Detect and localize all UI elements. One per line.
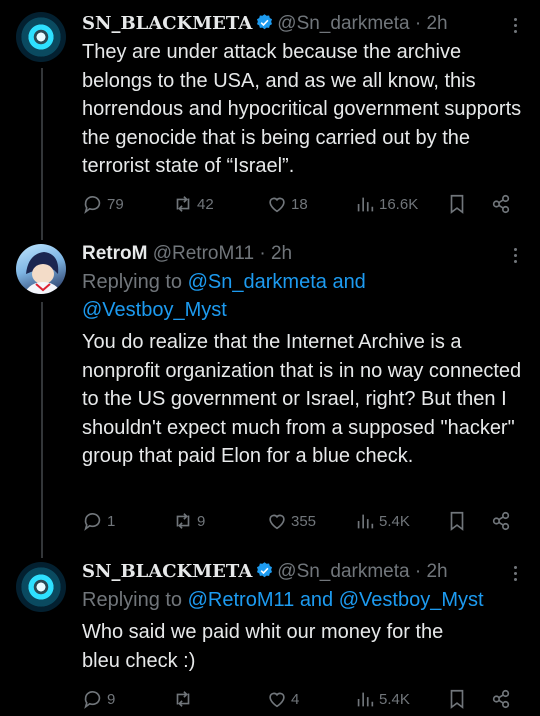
like-button[interactable]: 4 (266, 686, 299, 712)
verified-badge-icon (257, 14, 273, 30)
display-name[interactable]: RetroM (82, 243, 147, 264)
verified-badge-icon (257, 562, 273, 578)
share-icon (492, 689, 510, 709)
view-count: 5.4K (379, 512, 410, 530)
share-button[interactable] (490, 508, 512, 534)
more-options-icon[interactable] (514, 248, 518, 266)
replying-to-link[interactable]: @Sn_darkmeta and (188, 271, 366, 293)
views-icon (357, 692, 374, 707)
replying-to-link[interactable]: @Vestboy_Myst (82, 299, 227, 321)
like-icon (269, 692, 285, 708)
reply-icon (84, 196, 101, 214)
separator-dot: · (414, 13, 422, 34)
replying-to-continued: @Vestboy_Myst (82, 296, 227, 324)
tweet-header: SN_BLACKMETA @Sn_darkmeta · 2h (82, 558, 524, 586)
repost-icon (176, 513, 190, 529)
avatar-image (24, 252, 62, 294)
bookmark-button[interactable] (446, 686, 468, 712)
action-bar: 9 4 5.4K (82, 686, 524, 712)
bookmark-icon (450, 689, 464, 709)
views-button[interactable]: 5.4K (354, 686, 410, 712)
avatar[interactable] (16, 12, 66, 62)
timestamp[interactable]: 2h (271, 243, 292, 264)
view-count: 16.6K (379, 195, 419, 213)
tweet-text: You do realize that the Internet Archive… (82, 331, 522, 467)
repost-icon (176, 691, 190, 707)
like-count: 4 (291, 690, 300, 708)
replying-to: Replying to @RetroM11 and @Vestboy_Myst (82, 586, 484, 614)
views-icon (357, 514, 374, 529)
action-bar: 79 42 18 16.6K (82, 191, 524, 217)
bookmark-button[interactable] (446, 191, 468, 217)
like-count: 355 (291, 512, 317, 530)
timestamp[interactable]: 2h (426, 561, 447, 582)
tweet-text: Who said we paid whit our money for the … (82, 621, 444, 672)
action-bar: 1 9 355 5.4K (82, 508, 524, 534)
reply-button[interactable]: 9 (82, 686, 115, 712)
replying-to-label: Replying to (82, 271, 188, 293)
display-name[interactable]: SN_BLACKMETA (82, 561, 252, 582)
replying-to: Replying to @Sn_darkmeta and (82, 268, 366, 296)
avatar[interactable] (16, 562, 66, 612)
replying-to-link[interactable]: @RetroM11 and @Vestboy_Myst (188, 589, 484, 611)
handle[interactable]: @RetroM11 (153, 243, 254, 264)
thread-connector (41, 232, 43, 240)
tweet-3[interactable]: SN_BLACKMETA @Sn_darkmeta · 2h Replying t… (0, 546, 540, 716)
repost-button[interactable]: 42 (172, 191, 214, 217)
tweet-header: SN_BLACKMETA @Sn_darkmeta · 2h (82, 10, 524, 38)
thread-connector (41, 68, 43, 232)
handle[interactable]: @Sn_darkmeta (277, 13, 409, 34)
reply-icon (84, 691, 101, 709)
like-count: 18 (291, 195, 308, 213)
separator-dot: · (259, 243, 266, 264)
views-button[interactable]: 16.6K (354, 191, 418, 217)
reply-button[interactable]: 79 (82, 191, 124, 217)
tweet-1[interactable]: SN_BLACKMETA @Sn_darkmeta · 2h They are u… (0, 0, 540, 232)
reply-count: 9 (107, 690, 116, 708)
reply-count: 1 (107, 512, 116, 530)
share-button[interactable] (490, 191, 512, 217)
views-button[interactable]: 5.4K (354, 508, 410, 534)
thread-connector (41, 546, 43, 558)
bookmark-button[interactable] (446, 508, 468, 534)
views-icon (357, 197, 374, 212)
like-button[interactable]: 18 (266, 191, 308, 217)
reply-button[interactable]: 1 (82, 508, 115, 534)
like-button[interactable]: 355 (266, 508, 316, 534)
share-icon (492, 511, 510, 531)
bookmark-icon (450, 194, 464, 214)
replying-to-label: Replying to (82, 589, 188, 611)
thread-connector (41, 302, 43, 546)
timestamp[interactable]: 2h (426, 13, 447, 34)
repost-count: 42 (197, 195, 214, 213)
like-icon (269, 514, 285, 530)
reply-count: 79 (107, 195, 124, 213)
share-button[interactable] (490, 686, 512, 712)
display-name[interactable]: SN_BLACKMETA (82, 13, 252, 34)
more-options-icon[interactable] (514, 566, 518, 584)
tweet-2[interactable]: RetroM @RetroM11 · 2h Replying to @Sn_da… (0, 232, 540, 546)
more-options-icon[interactable] (514, 18, 518, 36)
bookmark-icon (450, 511, 464, 531)
repost-button[interactable]: 9 (172, 508, 205, 534)
like-icon (269, 197, 285, 213)
view-count: 5.4K (379, 690, 410, 708)
share-icon (492, 194, 510, 214)
avatar[interactable] (16, 244, 66, 294)
repost-icon (176, 196, 190, 212)
repost-button[interactable] (172, 686, 197, 712)
reply-icon (84, 513, 101, 531)
repost-count: 9 (197, 512, 206, 530)
handle[interactable]: @Sn_darkmeta (277, 561, 409, 582)
tweet-header: RetroM @RetroM11 · 2h (82, 240, 524, 268)
separator-dot: · (414, 561, 422, 582)
tweet-text: They are under attack because the archiv… (82, 41, 522, 177)
